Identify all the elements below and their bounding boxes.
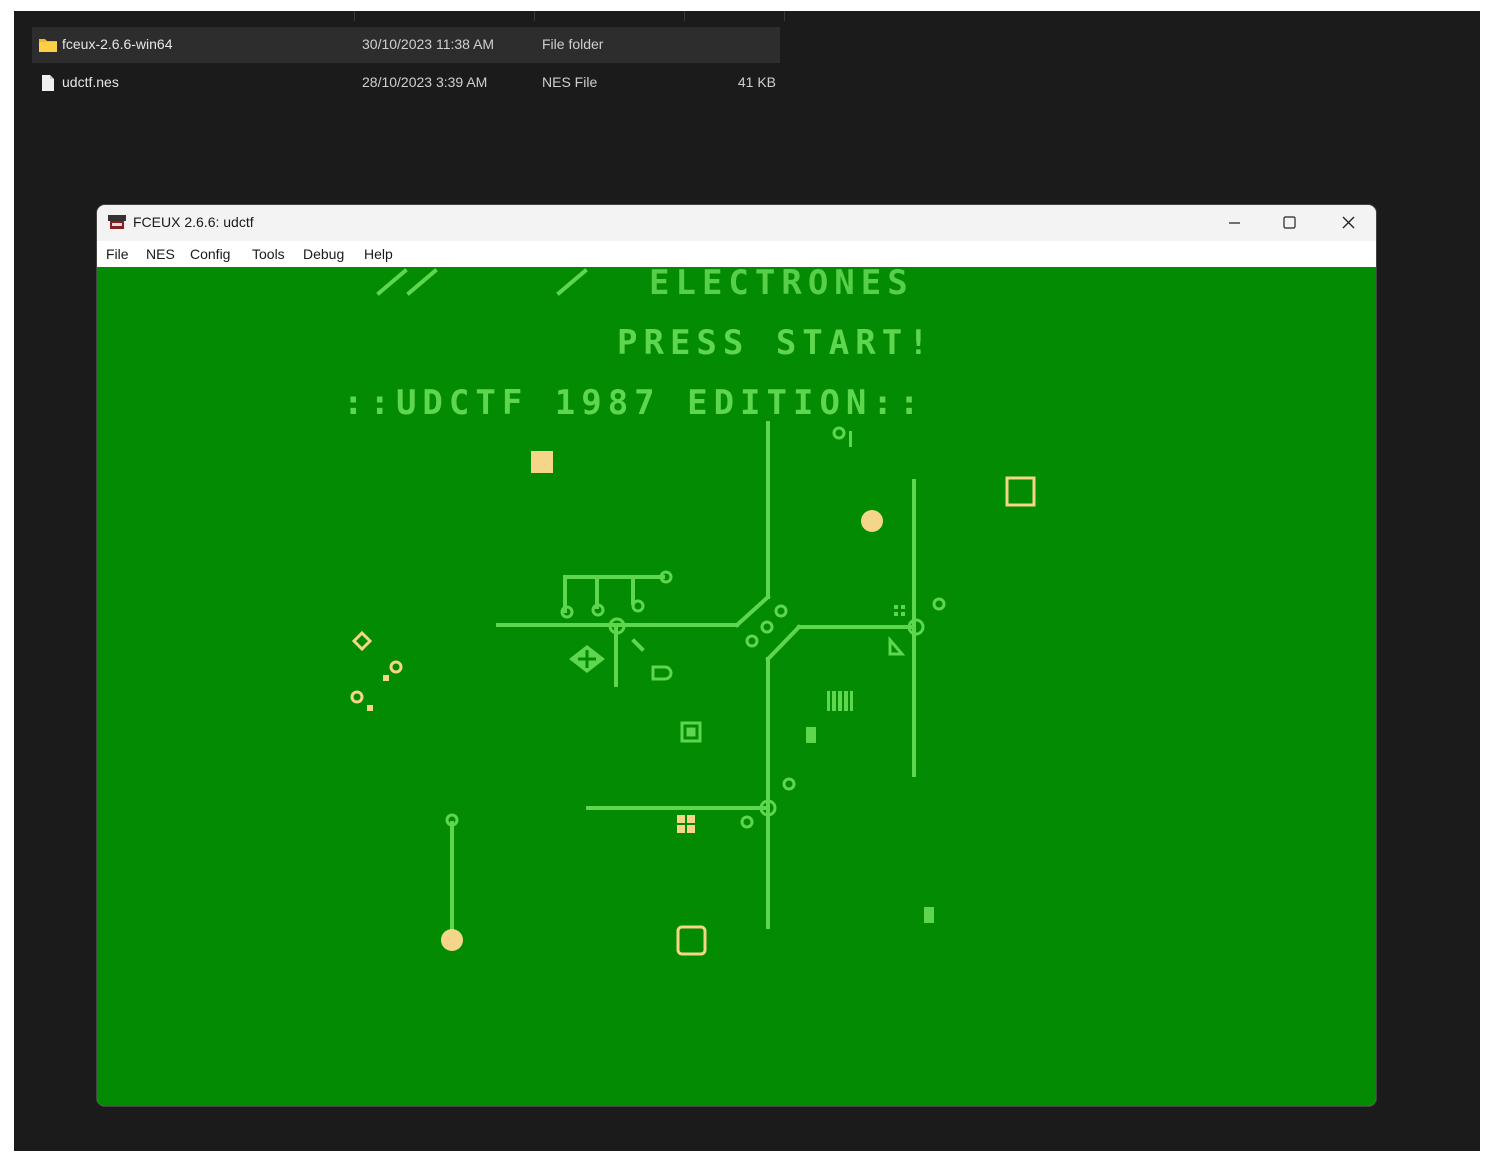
fceux-window: FCEUX 2.6.6: udctf File NES Config Tools… (97, 205, 1376, 1106)
menu-tools[interactable]: Tools (252, 246, 285, 262)
folder-icon (38, 36, 58, 57)
file-row-fceux-folder[interactable]: fceux-2.6.6-win64 30/10/2023 11:38 AM Fi… (32, 27, 780, 63)
file-date: 28/10/2023 3:39 AM (362, 74, 488, 90)
menu-file[interactable]: File (106, 246, 129, 262)
menu-nes[interactable]: NES (146, 246, 175, 262)
maximize-icon (1283, 216, 1296, 229)
menu-debug[interactable]: Debug (303, 246, 344, 262)
title-bar[interactable]: FCEUX 2.6.6: udctf (97, 205, 1376, 241)
close-icon (1342, 216, 1355, 229)
maximize-button[interactable] (1262, 205, 1318, 241)
file-list: fceux-2.6.6-win64 30/10/2023 11:38 AM Fi… (14, 11, 794, 131)
menu-help[interactable]: Help (364, 246, 393, 262)
file-row-udctf-nes[interactable]: udctf.nes 28/10/2023 3:39 AM NES File 41… (32, 65, 780, 101)
file-icon (38, 74, 58, 95)
minimize-button[interactable] (1206, 205, 1262, 241)
window-title: FCEUX 2.6.6: udctf (133, 214, 254, 230)
game-screen[interactable]: ELECTRONES PRESS START! ::UDCTF 1987 EDI… (97, 263, 1376, 1106)
file-type: File folder (542, 36, 604, 52)
menu-config[interactable]: Config (190, 246, 230, 262)
fceux-icon (107, 213, 127, 236)
file-date: 30/10/2023 11:38 AM (362, 36, 495, 52)
close-button[interactable] (1320, 205, 1376, 241)
file-name: fceux-2.6.6-win64 (62, 36, 173, 52)
file-type: NES File (542, 74, 598, 90)
file-size: 41 KB (737, 74, 776, 90)
column-separator[interactable] (684, 11, 685, 21)
file-name: udctf.nes (62, 74, 119, 90)
minimize-icon (1229, 222, 1240, 224)
circuit-board-graphic (350, 268, 1036, 956)
column-separator[interactable] (534, 11, 535, 21)
column-separator[interactable] (354, 11, 355, 21)
column-separator[interactable] (784, 11, 785, 21)
